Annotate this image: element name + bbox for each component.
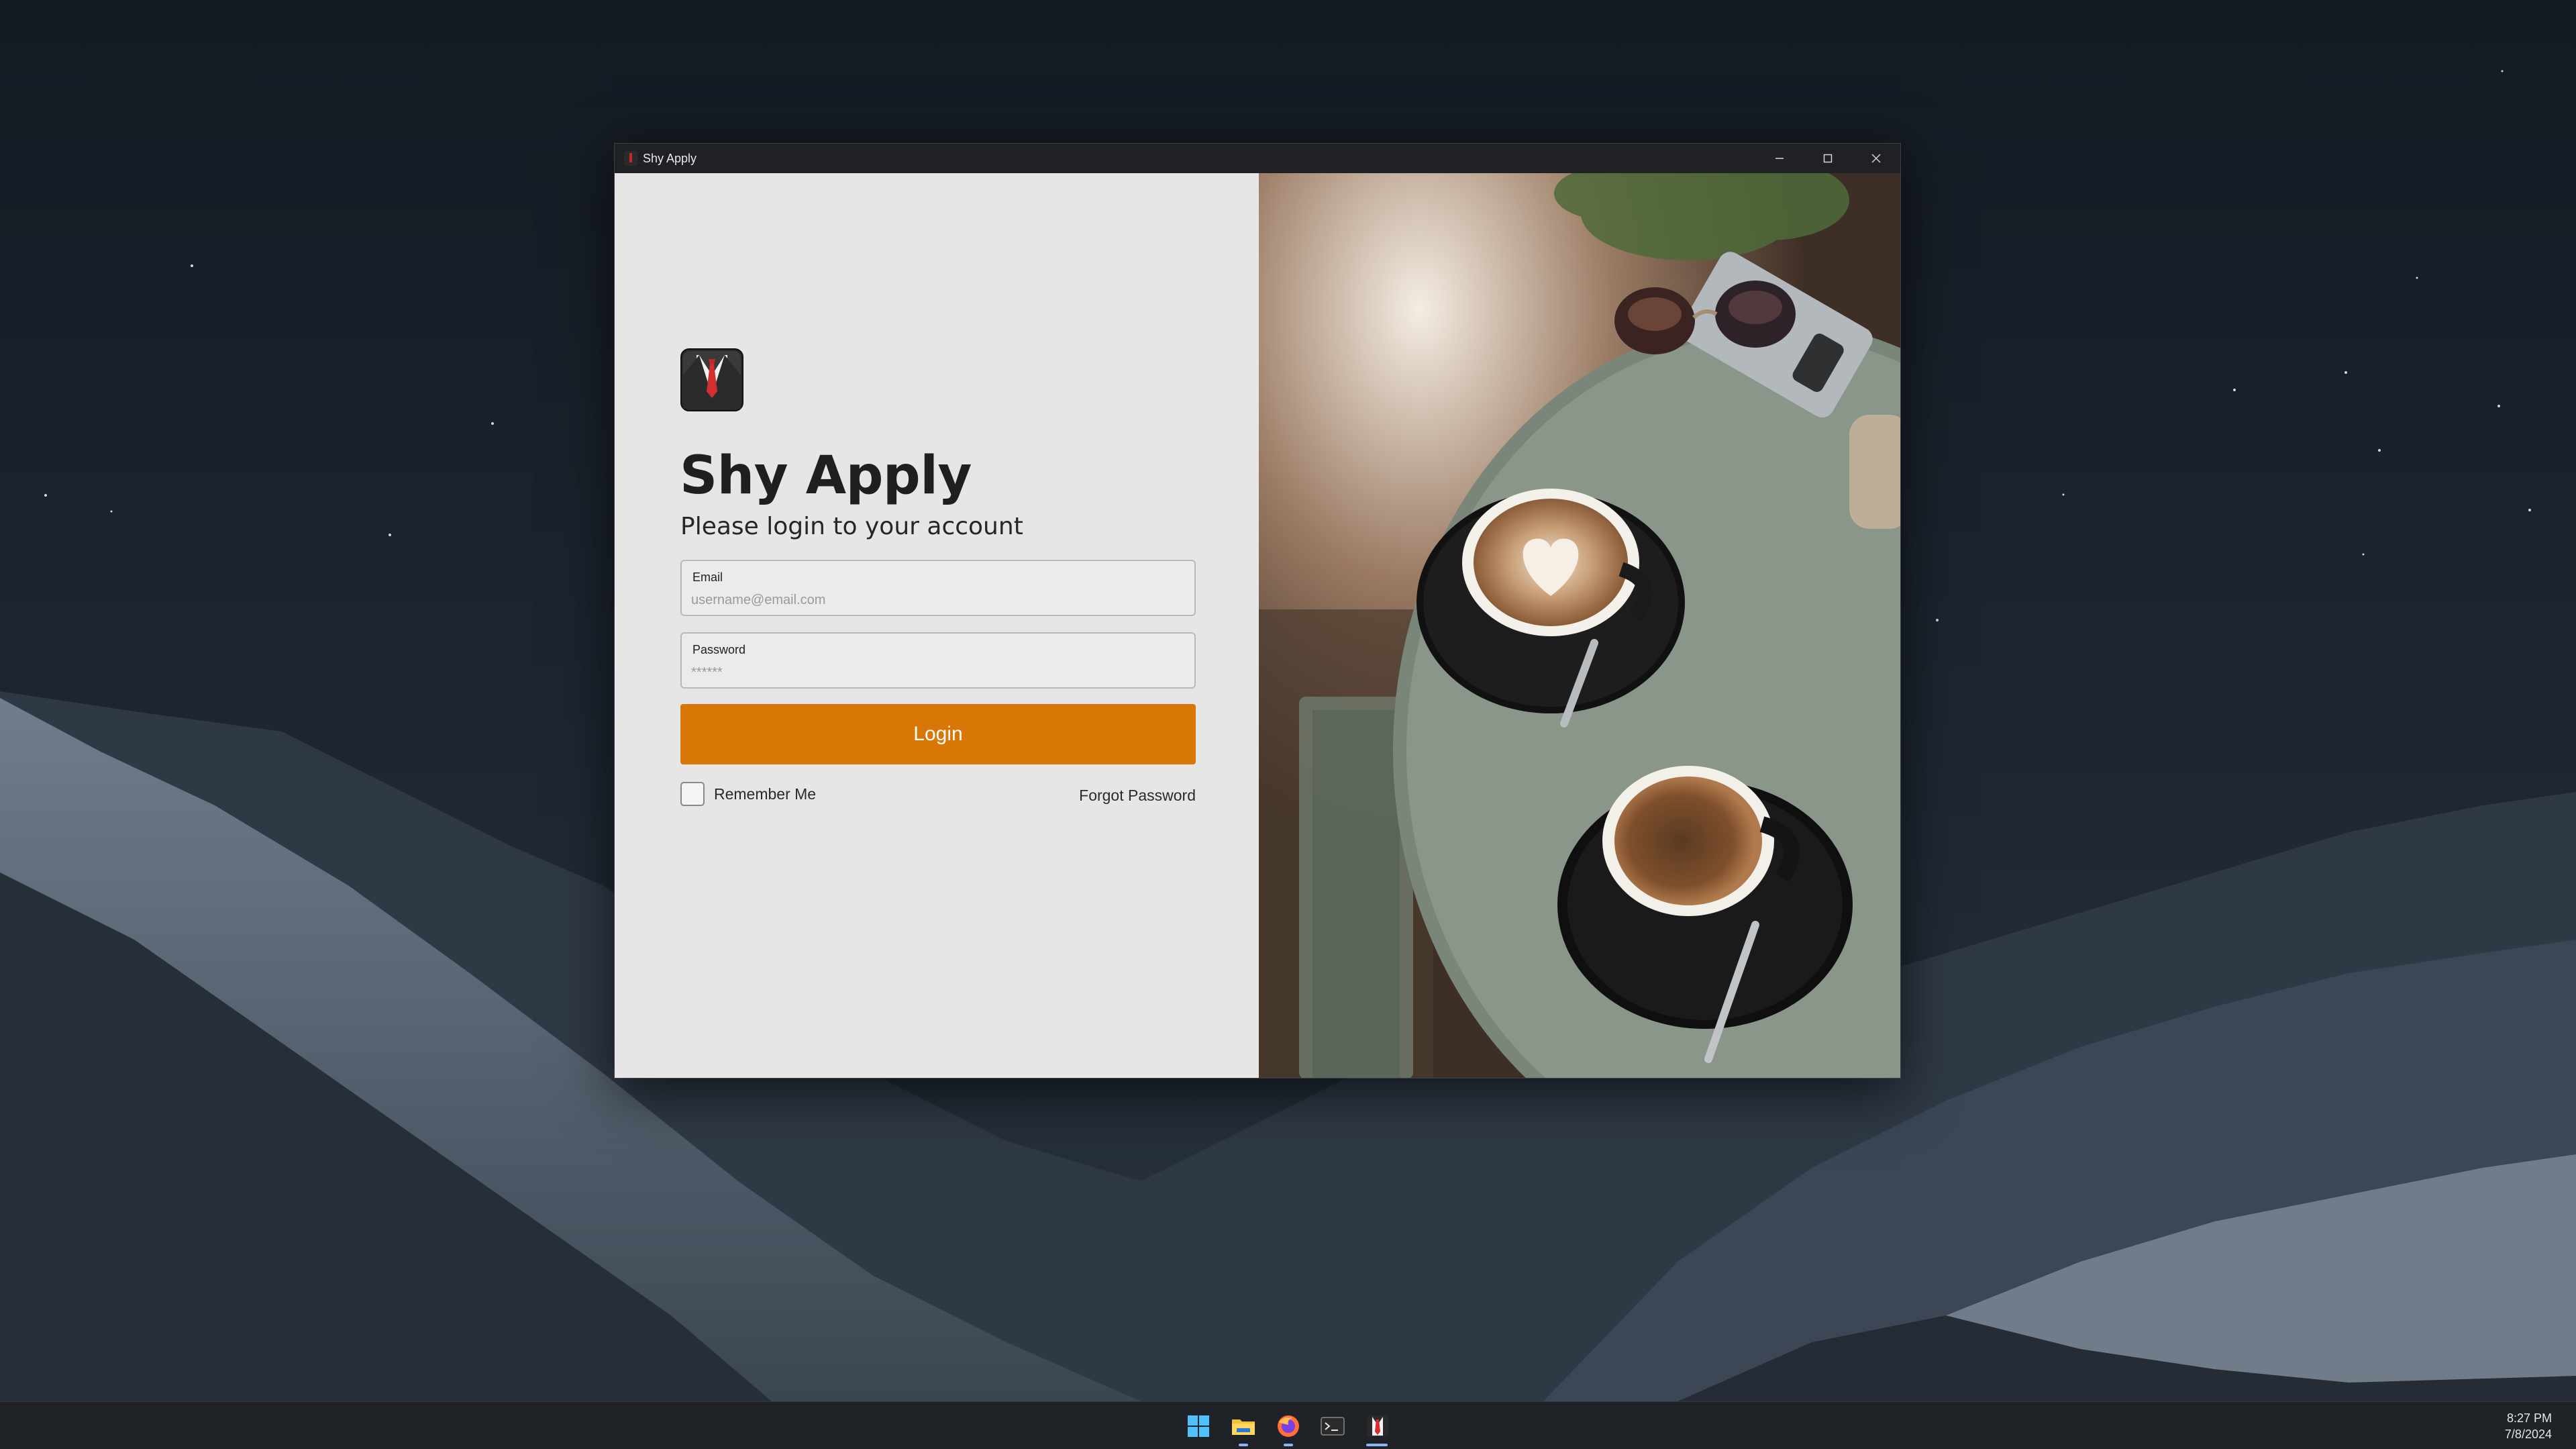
window-controls bbox=[1755, 144, 1900, 173]
password-field[interactable]: Password bbox=[680, 632, 1196, 689]
coffee-photo bbox=[1259, 173, 1900, 1078]
firefox-icon bbox=[1278, 1415, 1299, 1437]
shy-apply-taskbar-button[interactable] bbox=[1363, 1411, 1392, 1441]
password-input[interactable] bbox=[691, 663, 1181, 682]
email-label: Email bbox=[692, 570, 723, 584]
remember-me-checkbox[interactable] bbox=[680, 782, 705, 806]
login-pane: Shy Apply Please login to your account E… bbox=[615, 173, 1259, 1078]
taskbar: 8:27 PM 7/8/2024 bbox=[0, 1401, 2576, 1449]
suit-tie-icon bbox=[680, 348, 743, 411]
close-icon bbox=[1871, 154, 1881, 163]
shy-apply-icon bbox=[1367, 1415, 1388, 1437]
maximize-icon bbox=[1823, 154, 1833, 163]
app-logo bbox=[680, 348, 743, 411]
clock-date: 7/8/2024 bbox=[2504, 1428, 2552, 1441]
window-title: Shy Apply bbox=[643, 151, 697, 165]
file-explorer-icon bbox=[1232, 1419, 1255, 1435]
terminal-icon bbox=[1321, 1417, 1345, 1436]
system-clock[interactable]: 8:27 PM 7/8/2024 bbox=[2505, 1410, 2552, 1442]
minimize-icon bbox=[1775, 158, 1784, 159]
windows-start-icon bbox=[1188, 1415, 1209, 1437]
password-label: Password bbox=[692, 643, 746, 656]
login-button[interactable]: Login bbox=[680, 704, 1196, 764]
email-input[interactable] bbox=[691, 591, 1181, 609]
minimize-button[interactable] bbox=[1755, 144, 1804, 173]
coffee-table-illustration bbox=[1259, 173, 1900, 1078]
remember-me-label[interactable]: Remember Me bbox=[714, 785, 816, 803]
forgot-password-link[interactable]: Forgot Password bbox=[1079, 787, 1196, 805]
windows-start-button[interactable] bbox=[1184, 1411, 1213, 1441]
email-field[interactable]: Email bbox=[680, 560, 1196, 616]
close-button[interactable] bbox=[1852, 144, 1900, 173]
file-explorer-running-indicator bbox=[1239, 1444, 1248, 1446]
clock-time: 8:27 PM bbox=[2506, 1411, 2552, 1425]
page-subtitle: Please login to your account bbox=[680, 513, 1023, 540]
suit-tie-icon bbox=[624, 151, 637, 166]
firefox-running-indicator bbox=[1284, 1444, 1293, 1446]
shy-apply-running-indicator bbox=[1366, 1444, 1388, 1446]
page-title: Shy Apply bbox=[680, 446, 972, 506]
terminal-button[interactable] bbox=[1318, 1411, 1347, 1441]
maximize-button[interactable] bbox=[1804, 144, 1852, 173]
firefox-button[interactable] bbox=[1274, 1411, 1303, 1441]
file-explorer-button[interactable] bbox=[1229, 1411, 1258, 1441]
title-bar[interactable]: Shy Apply bbox=[615, 144, 1900, 173]
app-window: Shy Apply Shy Apply Please login to your… bbox=[614, 143, 1901, 1079]
remember-me-option[interactable]: Remember Me bbox=[680, 781, 816, 807]
